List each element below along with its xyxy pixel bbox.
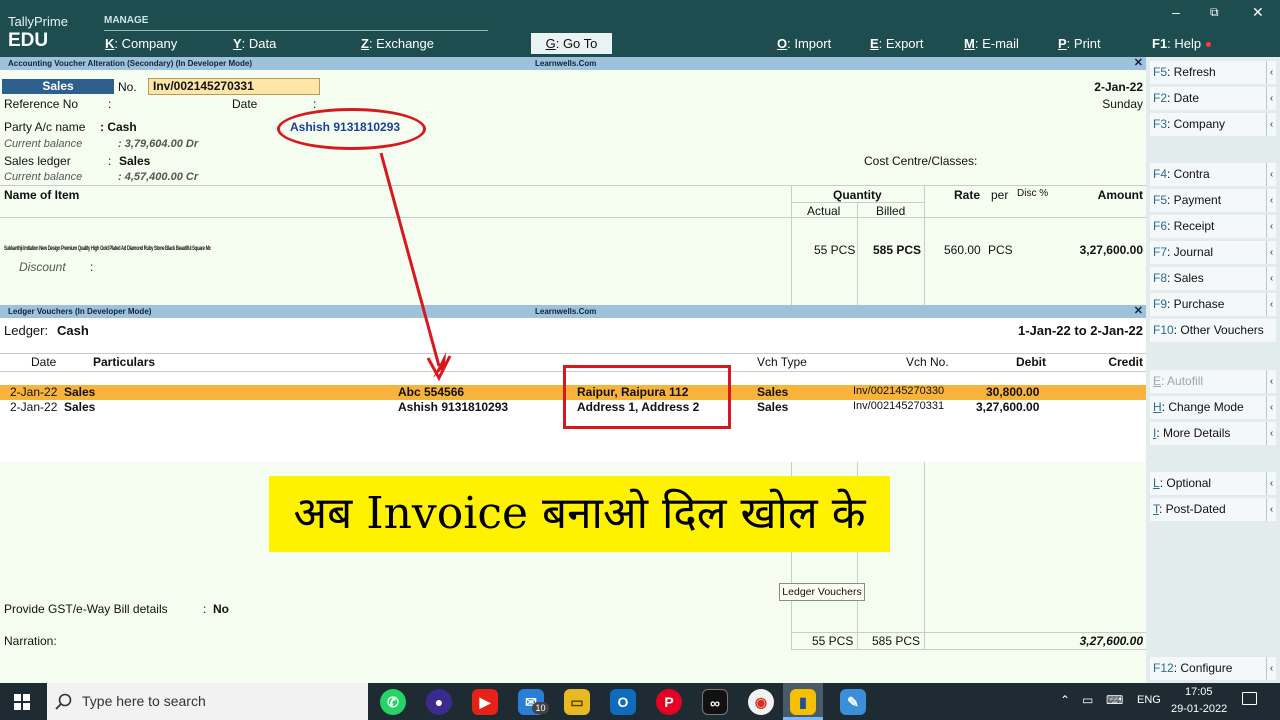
mail-badge: 10 xyxy=(532,702,549,714)
paint-icon[interactable]: ✎ xyxy=(840,689,866,715)
windows-start-icon[interactable] xyxy=(14,694,30,710)
promo-banner: अब Invoice बनाओ दिल खोल के xyxy=(269,476,890,552)
creative-cloud-icon[interactable]: ∞ xyxy=(702,689,728,715)
clock-time[interactable]: 17:05 xyxy=(1185,686,1213,698)
whatsapp-icon[interactable]: ✆ xyxy=(380,689,406,715)
windows-taskbar: Type here to search ✆ ● ▶ ✉ 10 ▭ O P ∞ ◉… xyxy=(0,683,1280,720)
annotation-arrow-icon xyxy=(379,152,452,382)
taskbar-search-input[interactable]: Type here to search xyxy=(47,683,368,720)
language-indicator[interactable]: ENG xyxy=(1137,694,1161,706)
file-explorer-icon[interactable]: ▭ xyxy=(564,689,590,715)
battery-icon[interactable]: ▭ xyxy=(1082,693,1093,707)
tally-app-icon[interactable]: ▮ xyxy=(790,689,816,715)
keyboard-icon[interactable]: ⌨ xyxy=(1106,693,1123,707)
search-icon xyxy=(55,693,72,710)
chevron-up-icon[interactable]: ⌃ xyxy=(1060,693,1070,707)
video-app-icon[interactable]: ▶ xyxy=(472,689,498,715)
annotation-box xyxy=(563,365,731,429)
clock-date[interactable]: 29-01-2022 xyxy=(1171,703,1227,715)
outlook-icon[interactable]: O xyxy=(610,689,636,715)
chrome-icon[interactable]: ◉ xyxy=(748,689,774,715)
pinterest-icon[interactable]: P xyxy=(656,689,682,715)
app-icon[interactable]: ● xyxy=(426,689,452,715)
tooltip: Ledger Vouchers xyxy=(779,583,865,601)
notification-icon[interactable] xyxy=(1242,692,1257,705)
